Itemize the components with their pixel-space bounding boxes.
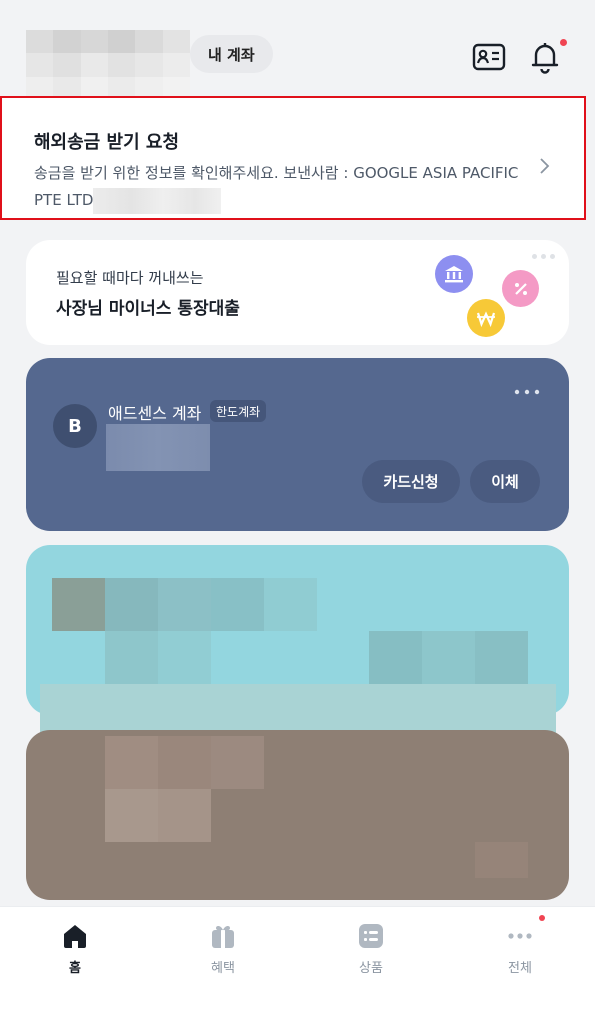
profile-name-redacted (26, 30, 190, 100)
more-dots-icon (508, 933, 532, 939)
limit-account-badge: 한도계좌 (210, 400, 267, 422)
nav-benefit[interactable]: 혜택 (173, 915, 273, 985)
list-icon (359, 924, 383, 948)
my-account-button[interactable]: 내 계좌 (190, 35, 273, 73)
account-name: 애드센스 계좌 (108, 404, 202, 423)
nav-notification-dot (539, 915, 545, 921)
balance-redacted (106, 424, 210, 471)
bank-coin-icon (435, 255, 473, 293)
redacted-text (93, 187, 222, 214)
id-card-icon[interactable] (472, 40, 506, 74)
notice-title: 해외송금 받기 요청 (34, 132, 180, 153)
promo-title: 사장님 마이너스 통장대출 (56, 299, 240, 319)
more-options-icon[interactable] (512, 386, 542, 398)
account-card-redacted[interactable] (26, 730, 569, 900)
promo-subtitle: 필요할 때마다 꺼내쓰는 (56, 269, 204, 287)
notice-body: 송금을 받기 위한 정보를 확인해주세요. 보낸사람 : GOOGLE ASIA… (34, 160, 529, 214)
bottom-navigation: 홈 혜택 상품 전체 (0, 906, 595, 1024)
nav-all[interactable]: 전체 (470, 915, 570, 985)
notification-dot (560, 39, 567, 46)
won-coin-icon (467, 299, 505, 337)
nav-label: 혜택 (211, 961, 235, 976)
percent-coin-icon (502, 270, 539, 307)
nav-label: 전체 (508, 961, 532, 976)
redacted-overlay (40, 684, 556, 736)
nav-label: 상품 (359, 961, 383, 976)
card-apply-button[interactable]: 카드신청 (362, 460, 460, 503)
chevron-right-icon (540, 158, 550, 174)
gift-icon (212, 925, 234, 948)
home-icon (64, 925, 86, 948)
carousel-indicator (532, 254, 555, 259)
nav-home[interactable]: 홈 (25, 915, 125, 985)
bell-icon[interactable] (528, 40, 562, 74)
adsense-account-card[interactable]: B 애드센스 계좌 한도계좌 카드신청 이체 (26, 358, 569, 531)
loan-promo-card[interactable]: 필요할 때마다 꺼내쓰는 사장님 마이너스 통장대출 (26, 240, 569, 345)
nav-label: 홈 (69, 961, 81, 976)
nav-product[interactable]: 상품 (321, 915, 421, 985)
bank-logo-avatar: B (53, 404, 97, 448)
remittance-request-banner[interactable]: 해외송금 받기 요청 송금을 받기 위한 정보를 확인해주세요. 보낸사람 : … (0, 96, 586, 220)
transfer-button[interactable]: 이체 (470, 460, 540, 503)
header: 내 계좌 (0, 0, 595, 100)
